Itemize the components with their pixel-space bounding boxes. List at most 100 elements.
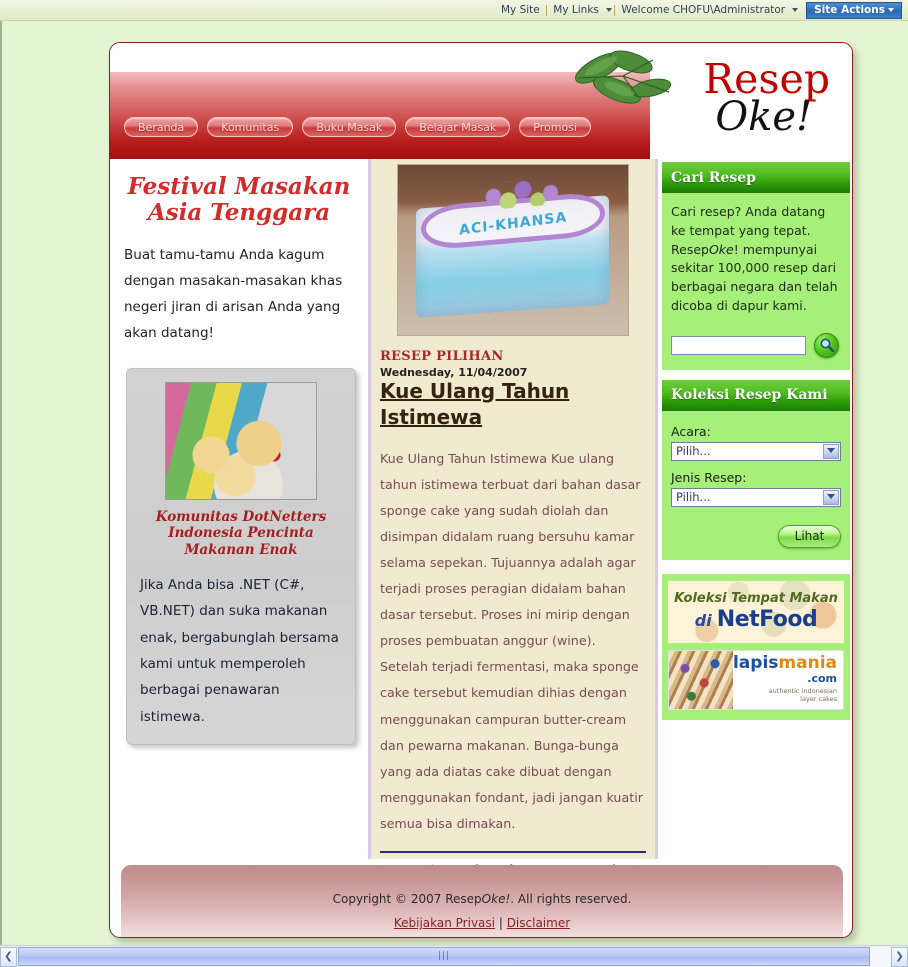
content-body: Festival Masakan Asia Tenggara Buat tamu… bbox=[110, 159, 852, 877]
community-box-title: Komunitas DotNetters Indonesia Pencinta … bbox=[155, 508, 327, 558]
search-panel-header: Cari Resep bbox=[662, 162, 850, 193]
netfood-ad-brand: NetFood bbox=[716, 607, 818, 632]
jenis-resep-select-value: Pilih... bbox=[676, 490, 711, 504]
welcome-user-label[interactable]: Welcome CHOFU\Administrator bbox=[617, 4, 789, 16]
footer-links: Kebijakan Privasi | Disclaimer bbox=[121, 916, 843, 930]
search-icon bbox=[820, 338, 834, 353]
left-column: Festival Masakan Asia Tenggara Buat tamu… bbox=[110, 159, 368, 859]
lapismania-tagline-line2: layer cakes bbox=[800, 695, 837, 704]
article-date: Wednesday, 11/04/2007 bbox=[380, 366, 528, 379]
left-promo-title: Festival Masakan Asia Tenggara bbox=[126, 174, 352, 226]
featured-cake-photo: ACI-KHANSA bbox=[397, 164, 629, 336]
search-button[interactable] bbox=[814, 332, 839, 358]
left-promo-title-line2: Asia Tenggara bbox=[147, 198, 331, 226]
acara-select-value: Pilih... bbox=[676, 444, 711, 458]
right-column: Cari Resep Cari resep? Anda datang ke te… bbox=[658, 159, 852, 859]
nav-tab-promosi[interactable]: Promosi bbox=[519, 117, 591, 137]
disclaimer-link[interactable]: Disclaimer bbox=[507, 916, 570, 930]
sharepoint-top-bar: My Site | My Links | Welcome CHOFU\Admin… bbox=[0, 0, 908, 21]
cookies-photo bbox=[165, 381, 317, 500]
left-promo-text: Buat tamu-tamu Anda kagum dengan masakan… bbox=[124, 246, 343, 342]
footer-copyright-part-c: . All rights reserved. bbox=[510, 892, 632, 906]
lapismania-ad-banner[interactable]: lapismania .com authentic indonesian lay… bbox=[668, 649, 844, 710]
press-divider bbox=[380, 850, 646, 853]
lihat-button-label: Lihat bbox=[794, 529, 825, 543]
search-intro-brand-oke: Oke bbox=[708, 241, 734, 257]
collection-panel-body: Acara: Pilih... Jenis Resep: Pilih... Li… bbox=[662, 410, 850, 560]
search-panel-body: Cari resep? Anda datang ke tempat yang t… bbox=[662, 193, 850, 370]
scrollbar-thumb[interactable]: ||| bbox=[18, 946, 870, 966]
nav-tab-label: Komunitas bbox=[221, 120, 280, 134]
main-navigation: Beranda Komunitas Buku Masak Belajar Mas… bbox=[124, 117, 591, 137]
article-body-text: Kue Ulang Tahun Istimewa Kue ulang tahun… bbox=[380, 451, 643, 831]
chevron-left-icon: ❮ bbox=[4, 951, 13, 962]
acara-select[interactable]: Pilih... bbox=[671, 441, 841, 461]
search-input[interactable] bbox=[671, 335, 806, 355]
search-panel: Cari Resep Cari resep? Anda datang ke te… bbox=[662, 162, 850, 370]
center-column: ACI-KHANSA RESEP PILIHAN Wednesday, 11/0… bbox=[368, 159, 658, 877]
lapismania-brand-part-b: mania bbox=[778, 653, 837, 674]
basil-leaves-icon bbox=[575, 50, 672, 104]
search-panel-title: Cari Resep bbox=[671, 169, 756, 186]
chevron-down-icon-acara[interactable] bbox=[823, 443, 839, 459]
lihat-button[interactable]: Lihat bbox=[778, 524, 841, 548]
acara-label: Acara: bbox=[671, 423, 711, 439]
article-title-link[interactable]: Kue Ulang Tahun Istimewa bbox=[380, 379, 569, 429]
logo-line-oke: Oke! bbox=[715, 94, 813, 140]
search-panel-intro: Cari resep? Anda datang ke tempat yang t… bbox=[671, 203, 841, 316]
site-actions-label: Site Actions bbox=[814, 4, 885, 16]
lapismania-ad-dotcom: .com bbox=[807, 672, 837, 686]
lapismania-ad-brand: lapismania bbox=[733, 655, 837, 672]
scroll-left-button[interactable]: ❮ bbox=[0, 946, 17, 967]
collection-panel-title: Koleksi Resep Kami bbox=[671, 387, 828, 403]
nav-tab-buku-masak[interactable]: Buku Masak bbox=[302, 117, 397, 137]
advertisement-area: Koleksi Tempat Makan di NetFood lapisman… bbox=[662, 573, 850, 720]
nav-tab-belajar-masak[interactable]: Belajar Masak bbox=[405, 117, 511, 137]
collection-panel-header: Koleksi Resep Kami bbox=[662, 379, 850, 411]
footer-copyright-brand: Oke! bbox=[481, 892, 511, 906]
search-row bbox=[671, 332, 841, 358]
page-background: Resep Oke! Beranda Komunitas Buku Masak … bbox=[0, 21, 908, 945]
site-actions-button[interactable]: Site Actions bbox=[806, 1, 902, 19]
collection-panel: Koleksi Resep Kami Acara: Pilih... Jenis… bbox=[662, 379, 850, 560]
my-site-link[interactable]: My Site bbox=[497, 4, 544, 16]
site-header: Resep Oke! Beranda Komunitas Buku Masak … bbox=[110, 43, 852, 159]
jenis-resep-label: Jenis Resep: bbox=[671, 469, 747, 485]
scrollbar-track[interactable]: ||| bbox=[17, 946, 891, 967]
lihat-button-wrap: Lihat bbox=[671, 524, 841, 548]
horizontal-scrollbar[interactable]: ❮ ||| ❯ bbox=[0, 945, 908, 967]
lapismania-ad-text: lapismania .com authentic indonesian lay… bbox=[733, 651, 843, 709]
footer-link-separator: | bbox=[498, 916, 503, 930]
caret-glyph bbox=[827, 494, 835, 499]
nav-tab-beranda[interactable]: Beranda bbox=[124, 117, 199, 137]
nav-tab-label: Promosi bbox=[533, 120, 577, 134]
privacy-policy-link[interactable]: Kebijakan Privasi bbox=[394, 916, 495, 930]
chevron-down-icon-user-menu[interactable] bbox=[792, 8, 799, 12]
site-logo[interactable]: Resep Oke! bbox=[703, 59, 830, 140]
site-container: Resep Oke! Beranda Komunitas Buku Masak … bbox=[109, 42, 853, 938]
netfood-ad-banner[interactable]: Koleksi Tempat Makan di NetFood bbox=[668, 580, 844, 643]
chevron-right-icon: ❯ bbox=[895, 951, 904, 962]
community-promo-box[interactable]: Komunitas DotNetters Indonesia Pencinta … bbox=[126, 367, 356, 746]
footer-copyright: Copyright © 2007 ResepOke!. All rights r… bbox=[121, 892, 843, 906]
netfood-ad-di: di bbox=[694, 611, 712, 630]
my-links-link[interactable]: My Links bbox=[549, 4, 603, 16]
left-promo-title-line1: Festival Masakan bbox=[127, 173, 351, 200]
netfood-ad-line2: di NetFood bbox=[695, 607, 818, 632]
lapismania-ad-photo bbox=[669, 650, 733, 709]
nav-tab-label: Belajar Masak bbox=[419, 120, 497, 134]
chevron-down-icon-jenis-resep[interactable] bbox=[823, 489, 839, 505]
community-box-text: Jika Anda bisa .NET (C#, VB.NET) dan suk… bbox=[140, 577, 339, 725]
scrollbar-grip-icon: ||| bbox=[437, 951, 451, 961]
netfood-ad-line1: Koleksi Tempat Makan bbox=[674, 591, 838, 606]
caret-glyph bbox=[827, 448, 835, 453]
nav-tab-label: Buku Masak bbox=[316, 120, 383, 134]
jenis-resep-select[interactable]: Pilih... bbox=[671, 487, 841, 507]
lapismania-ad-tagline: authentic indonesian layer cakes bbox=[769, 687, 837, 704]
scroll-right-button[interactable]: ❯ bbox=[891, 946, 908, 967]
footer-copyright-part-a: Copyright © 2007 Resep bbox=[332, 892, 482, 906]
nav-tab-komunitas[interactable]: Komunitas bbox=[207, 117, 294, 137]
lapismania-tagline-line1: authentic indonesian bbox=[768, 686, 837, 695]
chevron-down-icon-site-actions bbox=[888, 8, 894, 12]
lapismania-brand-part-a: lapis bbox=[732, 653, 779, 674]
